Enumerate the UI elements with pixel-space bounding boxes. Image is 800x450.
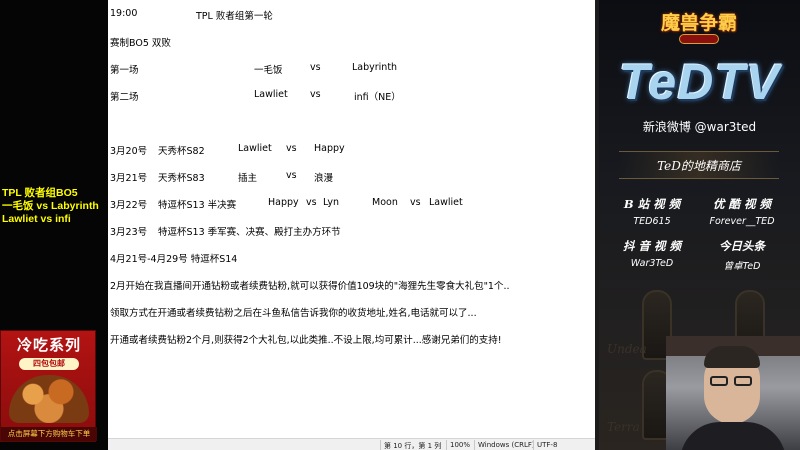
warcraft-logo-emblem <box>679 34 719 44</box>
schedule-date: 3月23号 <box>110 227 148 238</box>
schedule-p2: 浪漫 <box>314 173 334 184</box>
paragraph-2: 领取方式在开通或者续费钻粉之后在斗鱼私信告诉我你的收货地址,姓名,电话就可以了.… <box>110 308 477 319</box>
social-douyin: 抖 音 视 频 War3TeD <box>609 238 695 269</box>
schedule-vs: vs <box>286 143 297 154</box>
promo-ad[interactable]: 冷吃系列 四包包邮 点击屏幕下方购物车下单 <box>0 330 97 442</box>
social-bilibili: B 站 视 频 TED615 <box>609 196 695 227</box>
overlay-line-3: Lawliet vs infi <box>2 213 71 225</box>
match-label: 第一场 <box>110 65 139 76</box>
social-handle: 曾卓TeD <box>723 261 761 272</box>
paragraph-3: 开通或者续费钻粉2个月,则获得2个大礼包,以此类推..不设上限,均可累计...感… <box>110 335 502 346</box>
undead-watermark: Undea <box>607 342 647 356</box>
line-ending: Windows (CRLF) <box>478 441 535 449</box>
glasses-icon <box>710 376 754 386</box>
header-time: 19:00 <box>110 8 138 19</box>
streamer-shirt <box>680 422 786 450</box>
match-overlay: TPL 败者组BO5 一毛饭 vs Labyrinth Lawliet vs i… <box>2 187 108 226</box>
social-title: 抖 音 视 频 <box>622 239 681 253</box>
paragraph-1: 2月开始在我直播间开通钻粉或者续费钻粉,就可以获得价值109块的"海狸先生零食大… <box>110 281 510 292</box>
webcam-feed <box>666 336 800 450</box>
match-p2: infi（NE） <box>354 92 401 103</box>
food-image <box>9 375 89 423</box>
social-title: 今日头条 <box>719 239 765 253</box>
notepad-text-area[interactable]: 19:00 TPL 败者组第一轮 赛制BO5 双败 第一场 一毛饭 vs Lab… <box>108 0 595 438</box>
promo-footer: 点击屏幕下方购物车下单 <box>1 427 97 441</box>
overlay-line-2: 一毛饭 vs Labyrinth <box>2 200 99 212</box>
schedule-p2: Happy <box>314 143 345 154</box>
statusbar-divider <box>533 440 534 450</box>
schedule-p1: 插主 <box>238 173 258 184</box>
zoom-level: 100% <box>450 441 471 449</box>
terran-watermark: Terra <box>607 420 640 434</box>
promo-badge: 四包包邮 <box>19 358 79 370</box>
schedule-p1b: Moon <box>372 197 398 208</box>
streamer-hair <box>704 346 760 368</box>
schedule-date: 3月20号 <box>110 146 148 157</box>
notepad-window[interactable]: 19:00 TPL 败者组第一轮 赛制BO5 双败 第一场 一毛饭 vs Lab… <box>108 0 595 450</box>
tedtv-logo: TeDTV <box>618 54 781 110</box>
match-label: 第二场 <box>110 92 139 103</box>
statusbar-divider <box>474 440 475 450</box>
match-vs: vs <box>310 62 321 73</box>
schedule-vs-b: vs <box>410 197 421 208</box>
shop-banner: TeD的地精商店 <box>619 151 779 179</box>
schedule-event: 天秀杯S82 <box>158 146 205 157</box>
social-toutiao: 今日头条 曾卓TeD <box>699 238 785 272</box>
schedule-p1: Lawliet <box>238 143 272 154</box>
header-event: TPL 败者组第一轮 <box>196 11 273 22</box>
match-p2: Labyrinth <box>352 62 398 73</box>
schedule-vs: vs <box>306 197 317 208</box>
match-vs: vs <box>310 89 321 100</box>
overlay-line-1: TPL 败者组BO5 <box>2 187 78 199</box>
weibo-handle: 新浪微博 @war3ted <box>642 120 757 134</box>
schedule-date: 3月21号 <box>110 173 148 184</box>
schedule-p2: Lyn <box>323 197 340 208</box>
schedule-line-421: 4月21号-4月29号 特逗杯S14 <box>110 254 238 265</box>
schedule-p2b: Lawliet <box>429 197 463 208</box>
schedule-event: 特逗杯S13 季军赛、决赛、殿打主办方环节 <box>158 227 341 238</box>
social-title: 优 酷 视 频 <box>712 197 771 211</box>
notepad-statusbar: 第 10 行，第 1 列 100% Windows (CRLF) UTF-8 <box>108 438 595 450</box>
social-handle: War3TeD <box>630 258 674 269</box>
cursor-position: 第 10 行，第 1 列 <box>384 442 442 450</box>
schedule-p1: Happy <box>268 197 299 208</box>
schedule-event: 特逗杯S13 半决赛 <box>158 200 237 211</box>
stream-left-strip: TPL 败者组BO5 一毛饭 vs Labyrinth Lawliet vs i… <box>0 0 108 450</box>
statusbar-divider <box>446 440 447 450</box>
schedule-event: 天秀杯S83 <box>158 173 205 184</box>
statusbar-divider <box>380 440 381 450</box>
social-handle: TED615 <box>633 216 671 227</box>
schedule-date: 3月22号 <box>110 200 148 211</box>
social-handle: Forever__TED <box>709 216 775 227</box>
match-p1: 一毛饭 <box>254 65 283 76</box>
promo-title: 冷吃系列 <box>16 336 81 354</box>
social-title: B 站 视 频 <box>623 197 681 211</box>
format-line: 赛制BO5 双败 <box>110 38 171 49</box>
schedule-vs: vs <box>286 170 297 181</box>
encoding: UTF-8 <box>537 441 558 449</box>
social-youku: 优 酷 视 频 Forever__TED <box>699 196 785 227</box>
match-p1: Lawliet <box>254 89 288 100</box>
